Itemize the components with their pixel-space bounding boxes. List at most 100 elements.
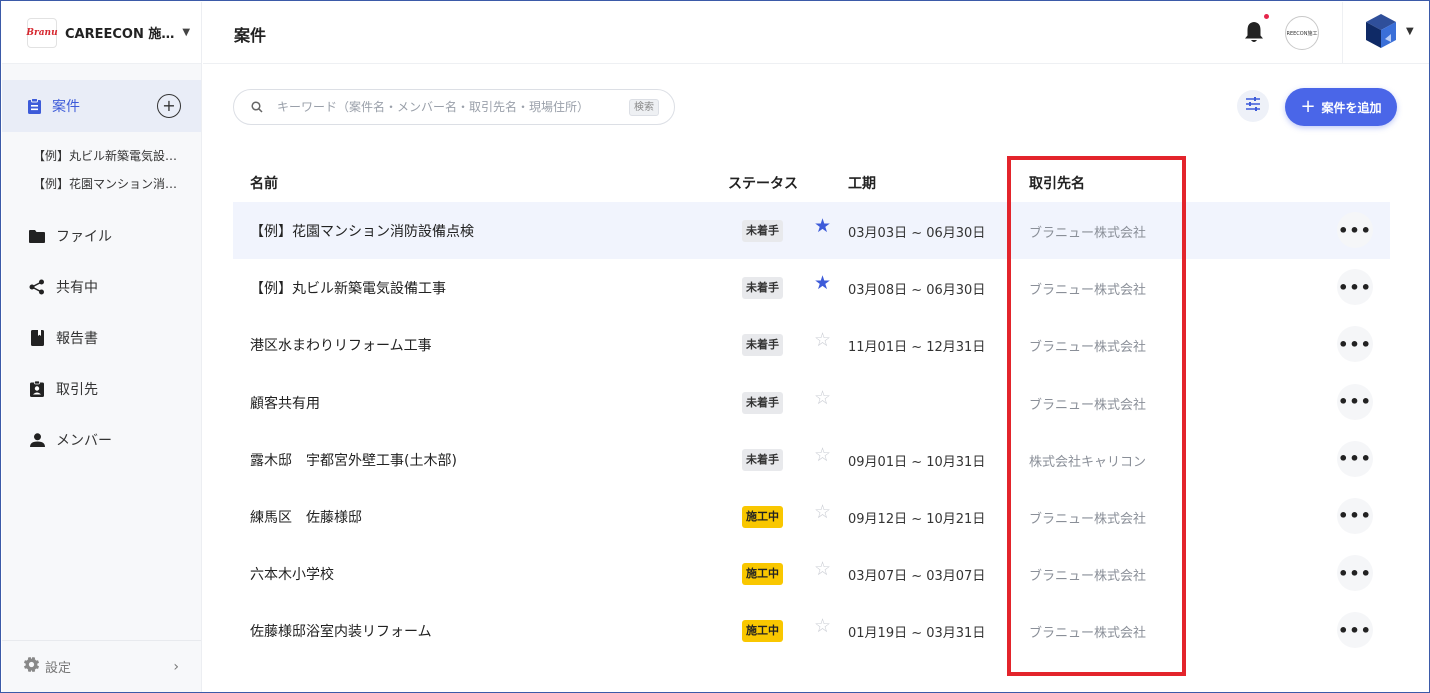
- project-period: 03月08日 ~ 06月30日: [848, 283, 986, 299]
- table-header: 名前 ステータス 工期 取引先名: [233, 161, 1390, 201]
- project-table-body: 【例】花園マンション消防設備点検 未着手 ★ 03月03日 ~ 06月30日 ブ…: [233, 202, 1390, 660]
- workspace-logo: Branu: [26, 17, 58, 48]
- star-icon[interactable]: ☆: [814, 617, 831, 636]
- sidebar-item-members[interactable]: メンバー: [2, 414, 201, 465]
- page-title: 案件: [234, 26, 267, 45]
- status-badge: 未着手: [742, 448, 783, 471]
- client-name: ブラニュー株式会社: [1029, 397, 1147, 413]
- project-period: 09月01日 ~ 10月31日: [848, 454, 986, 470]
- sliders-icon: [1245, 96, 1261, 116]
- table-row[interactable]: 港区水まわりリフォーム工事 未着手 ☆ 11月01日 ~ 12月31日 ブラニュ…: [233, 316, 1390, 373]
- chevron-down-icon[interactable]: ▼: [1406, 26, 1414, 37]
- more-options-button[interactable]: •••: [1337, 383, 1373, 420]
- status-badge: 施工中: [742, 620, 783, 643]
- status-badge: 未着手: [742, 220, 783, 242]
- sidebar-item-shared[interactable]: 共有中: [2, 261, 201, 312]
- star-icon[interactable]: ☆: [814, 560, 831, 579]
- project-period: 03月07日 ~ 03月07日: [848, 569, 986, 585]
- client-name: ブラニュー株式会社: [1029, 511, 1147, 527]
- clipboard-icon: [26, 98, 42, 114]
- project-period: 03月03日 ~ 06月30日: [848, 226, 986, 241]
- star-icon[interactable]: ☆: [814, 445, 831, 465]
- project-name: 【例】丸ビル新築電気設備工事: [250, 281, 446, 298]
- column-header-name[interactable]: 名前: [250, 173, 278, 193]
- contact-badge-icon: [29, 380, 45, 397]
- more-options-button[interactable]: •••: [1337, 269, 1373, 306]
- chevron-right-icon: ›: [173, 658, 179, 675]
- star-icon[interactable]: ☆: [814, 331, 831, 350]
- gear-icon: [24, 657, 39, 676]
- sidebar-item-label: 報告書: [56, 330, 98, 347]
- project-shortcut[interactable]: 【例】花園マンション消…: [33, 170, 183, 198]
- search-key-hint[interactable]: 検索: [629, 99, 659, 116]
- status-badge: 施工中: [742, 505, 783, 528]
- star-icon[interactable]: ★: [814, 274, 831, 293]
- search-icon: [251, 98, 263, 117]
- project-period: 11月01日 ~ 12月31日: [848, 340, 986, 356]
- workspace-switcher[interactable]: Branu CAREECON 施… ▼: [2, 2, 201, 64]
- search-input[interactable]: [277, 100, 607, 114]
- sidebar-item-label: 案件: [52, 99, 80, 115]
- project-name: 【例】花園マンション消防設備点検: [250, 224, 474, 240]
- star-icon[interactable]: ★: [814, 217, 831, 236]
- table-row[interactable]: 【例】花園マンション消防設備点検 未着手 ★ 03月03日 ~ 06月30日 ブ…: [233, 202, 1390, 260]
- share-icon: [29, 279, 45, 295]
- project-period: 01月19日 ~ 03月31日: [848, 626, 986, 642]
- table-row[interactable]: 練馬区 佐藤様邸 施工中 ☆ 09月12日 ~ 10月21日 ブラニュー株式会社…: [233, 488, 1390, 545]
- project-name: 港区水まわりリフォーム工事: [250, 338, 432, 355]
- more-options-button[interactable]: •••: [1337, 612, 1373, 649]
- organization-avatar[interactable]: REECON施工: [1285, 16, 1319, 50]
- table-row[interactable]: 【例】丸ビル新築電気設備工事 未着手 ★ 03月08日 ~ 06月30日 ブラニ…: [233, 259, 1390, 316]
- header-divider: [1342, 2, 1343, 64]
- column-header-status[interactable]: ステータス: [728, 173, 798, 193]
- project-shortcut[interactable]: 【例】丸ビル新築電気設…: [33, 142, 183, 170]
- client-name: 株式会社キャリコン: [1029, 454, 1147, 470]
- sidebar-item-reports[interactable]: 報告書: [2, 312, 201, 363]
- project-shortcut-list: 【例】丸ビル新築電気設… 【例】花園マンション消…: [2, 132, 201, 210]
- sidebar-item-label: メンバー: [56, 432, 112, 449]
- top-header: 案件 REECON施工 ▼: [203, 2, 1429, 64]
- more-options-button[interactable]: •••: [1337, 212, 1373, 248]
- star-icon[interactable]: ☆: [814, 388, 831, 408]
- search-bar: 検索: [233, 89, 675, 125]
- sidebar-item-clients[interactable]: 取引先: [2, 363, 201, 414]
- star-icon[interactable]: ☆: [814, 502, 831, 522]
- chevron-down-icon: ▼: [182, 27, 191, 38]
- sidebar-item-projects[interactable]: 案件 +: [2, 80, 201, 132]
- status-badge: 施工中: [742, 563, 783, 586]
- more-options-button[interactable]: •••: [1337, 555, 1373, 592]
- table-row[interactable]: 佐藤様邸浴室内装リフォーム 施工中 ☆ 01月19日 ~ 03月31日 ブラニュ…: [233, 602, 1390, 659]
- more-options-button[interactable]: •••: [1337, 440, 1373, 477]
- table-row[interactable]: 六本木小学校 施工中 ☆ 03月07日 ~ 03月07日 ブラニュー株式会社 •…: [233, 545, 1390, 602]
- column-header-period[interactable]: 工期: [848, 173, 876, 193]
- project-name: 顧客共有用: [250, 395, 320, 412]
- status-badge: 未着手: [742, 277, 783, 300]
- sidebar: Branu CAREECON 施… ▼ 案件 + 【例】丸ビル新築電気設… 【例…: [2, 2, 202, 692]
- book-icon: [29, 329, 45, 346]
- person-icon: [29, 432, 45, 448]
- table-row[interactable]: 顧客共有用 未着手 ☆ ブラニュー株式会社 •••: [233, 374, 1390, 431]
- filter-button[interactable]: [1237, 90, 1269, 122]
- client-name: ブラニュー株式会社: [1029, 226, 1147, 241]
- more-options-button[interactable]: •••: [1337, 326, 1373, 363]
- bell-icon[interactable]: [1243, 20, 1265, 44]
- add-project-icon[interactable]: +: [157, 94, 181, 118]
- project-name: 練馬区 佐藤様邸: [250, 509, 362, 526]
- sidebar-item-files[interactable]: ファイル: [2, 210, 201, 261]
- plus-icon: +: [1300, 96, 1316, 117]
- project-name: 六本木小学校: [250, 567, 334, 584]
- client-name: ブラニュー株式会社: [1029, 283, 1147, 299]
- settings-button[interactable]: 設定 ›: [2, 640, 201, 692]
- status-badge: 未着手: [742, 391, 783, 414]
- more-options-button[interactable]: •••: [1337, 497, 1373, 534]
- client-name: ブラニュー株式会社: [1029, 626, 1147, 642]
- project-name: 露木邸 宇都宮外壁工事(土木部): [250, 452, 457, 469]
- settings-label: 設定: [45, 661, 72, 676]
- sidebar-item-label: ファイル: [56, 228, 112, 245]
- user-avatar-icon[interactable]: [1363, 12, 1399, 52]
- column-header-client[interactable]: 取引先名: [1029, 173, 1085, 193]
- add-project-label: 案件を追加: [1321, 100, 1382, 115]
- table-row[interactable]: 露木邸 宇都宮外壁工事(土木部) 未着手 ☆ 09月01日 ~ 10月31日 株…: [233, 431, 1390, 488]
- folder-icon: [29, 228, 45, 244]
- add-project-button[interactable]: + 案件を追加: [1285, 88, 1397, 126]
